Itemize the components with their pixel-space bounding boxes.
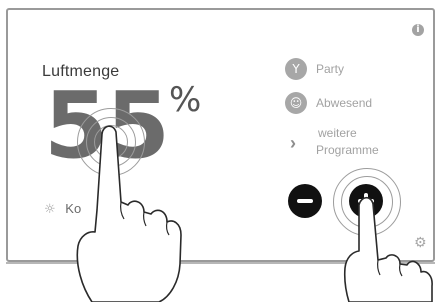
touch-ripple-inner xyxy=(341,176,393,228)
info-icon[interactable]: i xyxy=(412,24,424,36)
cocktail-icon: Y xyxy=(285,58,307,80)
touch-ripple-left-core xyxy=(94,125,128,159)
sun-icon: ☼ xyxy=(44,202,56,217)
program-party-label: Party xyxy=(316,62,345,76)
comfort-mode[interactable]: ☼ Ko xyxy=(44,201,81,217)
program-away-label: Abwesend xyxy=(316,96,373,110)
decrease-button[interactable] xyxy=(288,184,322,218)
more-programs-label-line2: Programme xyxy=(316,143,379,157)
gear-icon[interactable]: ⚙ xyxy=(414,236,428,250)
comfort-mode-label: Ko xyxy=(65,201,82,216)
device-bottom-edge xyxy=(6,262,435,264)
more-programs-label-line1: weitere xyxy=(318,126,357,140)
airflow-unit: % xyxy=(169,80,202,120)
chevron-right-icon: › xyxy=(290,133,296,153)
person-icon: ☺ xyxy=(285,92,307,114)
